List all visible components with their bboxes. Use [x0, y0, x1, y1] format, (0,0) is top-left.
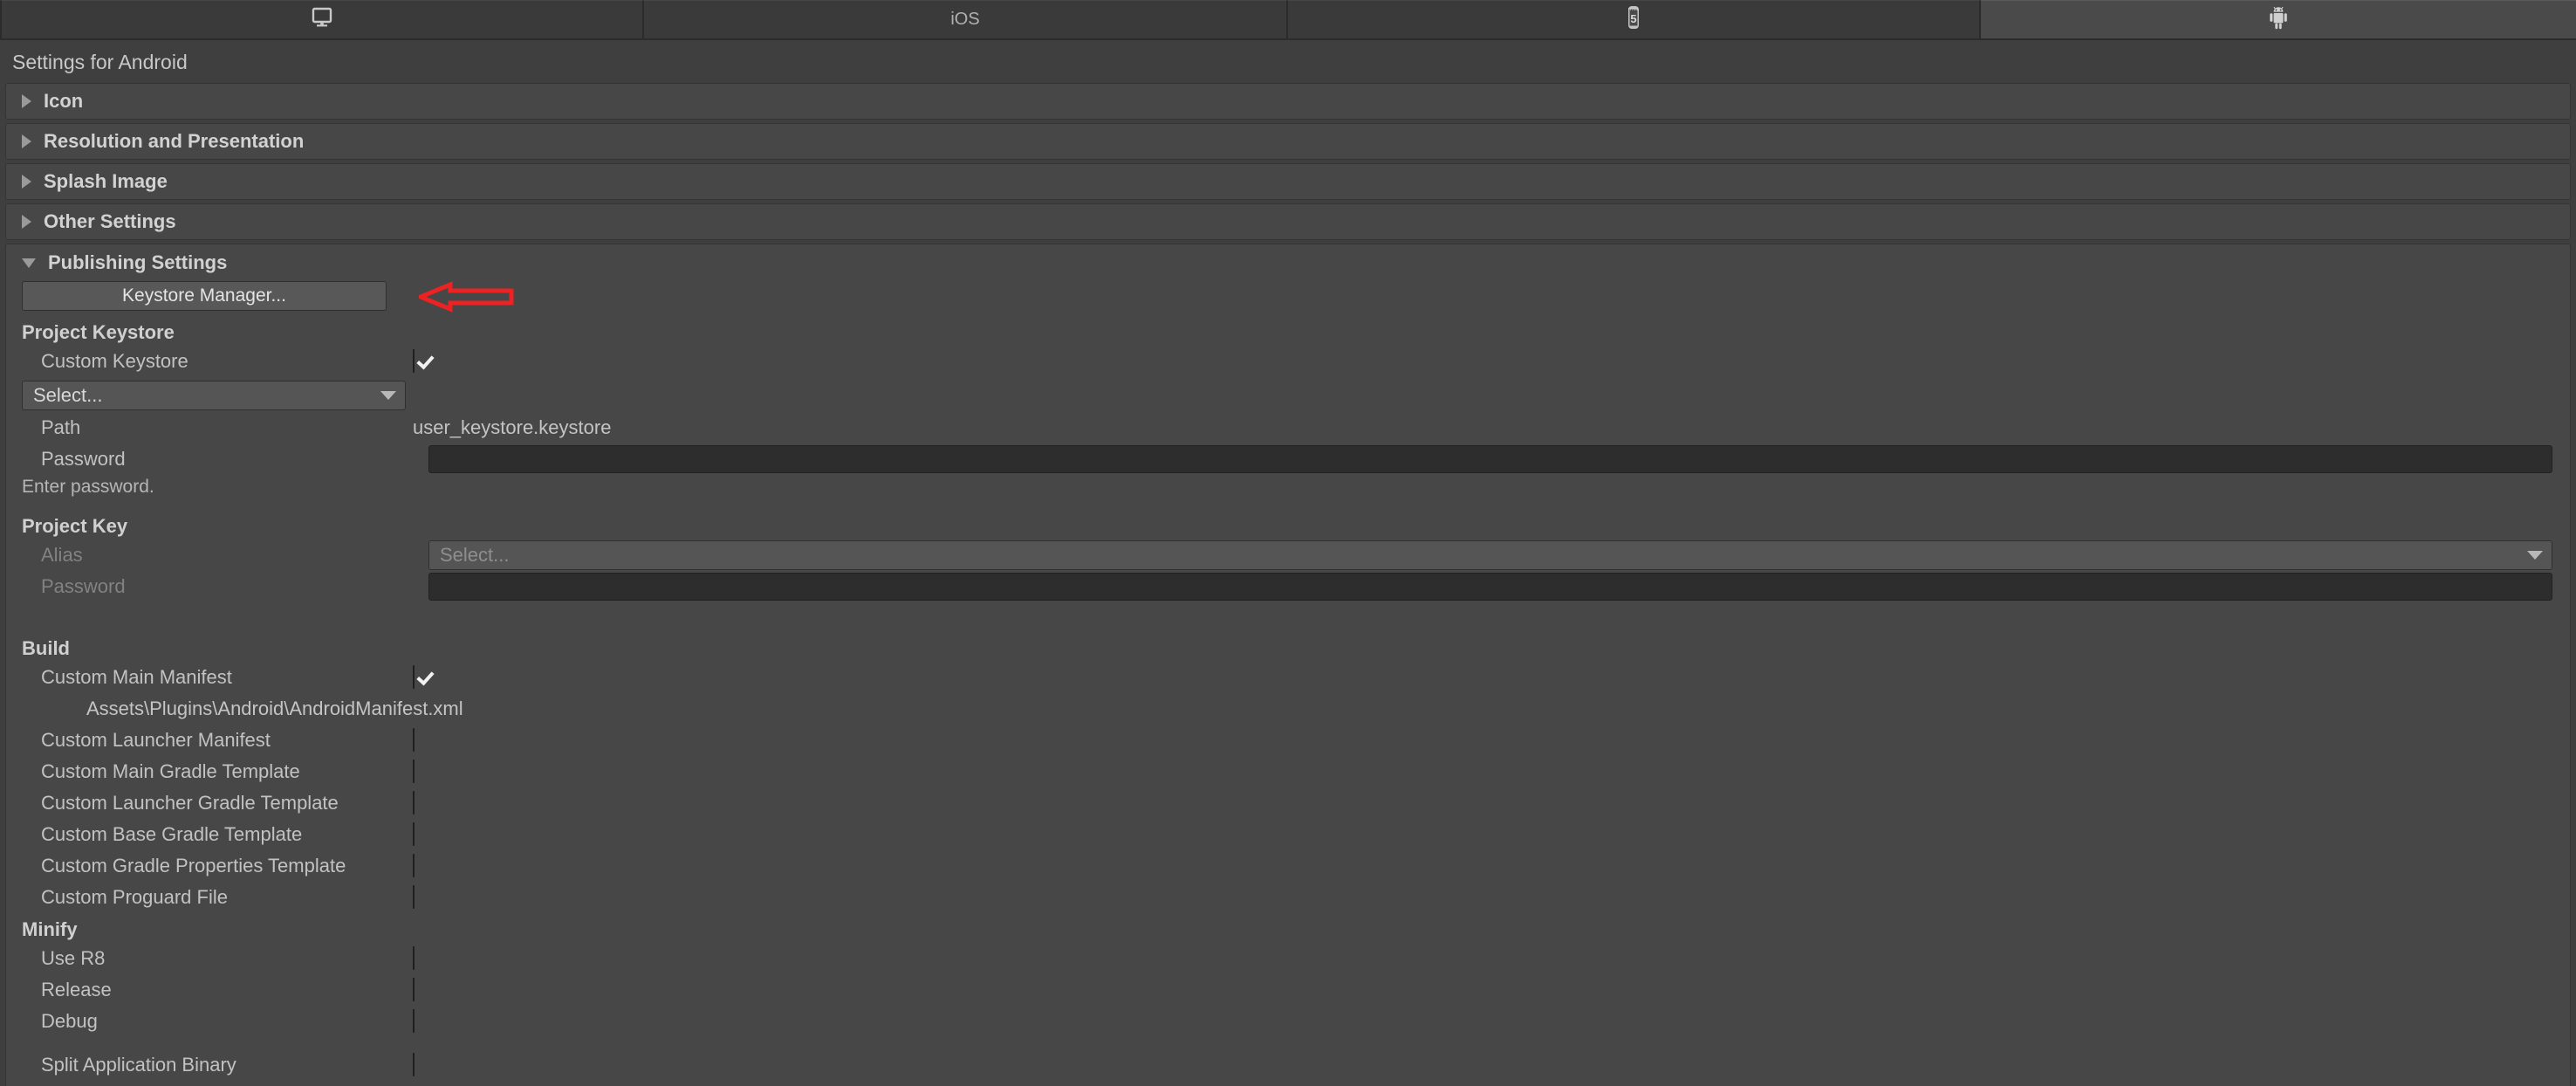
custom-keystore-row: Custom Keystore	[22, 346, 2554, 377]
minify-debug-row: Debug	[22, 1006, 2554, 1037]
project-key-password-label: Password	[41, 575, 126, 597]
custom-launcher-manifest-checkbox[interactable]	[413, 728, 414, 752]
publishing-settings-body: Keystore Manager... Project Keystore Cus…	[6, 281, 2570, 1086]
use-r8-row: Use R8	[22, 943, 2554, 974]
custom-launcher-gradle-template-checkbox[interactable]	[413, 791, 414, 814]
section-splash-image[interactable]: Splash Image	[5, 163, 2571, 200]
red-arrow-annotation-icon	[414, 281, 515, 318]
custom-main-manifest-checkbox-wrap	[413, 665, 414, 689]
section-splash-label: Splash Image	[44, 170, 168, 192]
tab-ios[interactable]: iOS	[644, 0, 1288, 38]
page-title: Settings for Android	[0, 40, 2576, 83]
keystore-password-hint: Enter password.	[22, 477, 154, 497]
section-resolution-label: Resolution and Presentation	[44, 130, 305, 152]
use-r8-label: Use R8	[41, 947, 106, 969]
custom-keystore-checkbox-wrap	[413, 349, 414, 373]
tab-standalone[interactable]	[0, 0, 644, 38]
custom-base-gradle-template-row: Custom Base Gradle Template	[22, 819, 2554, 850]
svg-text:5: 5	[1630, 12, 1636, 25]
desktop-monitor-icon	[311, 7, 333, 33]
keystore-select-dropdown[interactable]: Select...	[22, 381, 406, 410]
keystore-password-label: Password	[41, 448, 126, 470]
keystore-path-row: Path user_keystore.keystore	[22, 412, 2554, 443]
custom-proguard-file-checkbox[interactable]	[413, 885, 414, 909]
minify-release-row: Release	[22, 974, 2554, 1006]
tab-webgl[interactable]: 5 HTML	[1288, 0, 1981, 38]
custom-proguard-file-label: Custom Proguard File	[41, 886, 228, 908]
keystore-path-label: Path	[41, 416, 81, 438]
custom-base-gradle-template-checkbox[interactable]	[413, 822, 414, 846]
publishing-settings-header[interactable]: Publishing Settings	[6, 244, 2570, 281]
minify-debug-checkbox[interactable]	[413, 1009, 414, 1033]
publishing-settings-label: Publishing Settings	[48, 251, 228, 273]
custom-main-gradle-template-checkbox[interactable]	[413, 760, 414, 783]
android-robot-icon	[2268, 5, 2289, 35]
split-application-binary-checkbox[interactable]	[413, 1053, 414, 1076]
split-application-binary-label: Split Application Binary	[41, 1054, 236, 1076]
custom-keystore-checkbox[interactable]	[413, 349, 414, 373]
tab-ios-label: iOS	[950, 10, 980, 29]
minify-release-label: Release	[41, 979, 112, 1000]
custom-gradle-properties-template-row: Custom Gradle Properties Template	[22, 850, 2554, 882]
project-key-alias-value: Select...	[440, 544, 510, 566]
section-icon-label: Icon	[44, 90, 84, 112]
manifest-path-row: Assets\Plugins\Android\AndroidManifest.x…	[22, 693, 2554, 725]
custom-proguard-file-row: Custom Proguard File	[22, 882, 2554, 913]
tab-android[interactable]	[1981, 0, 2576, 38]
custom-gradle-properties-template-checkbox[interactable]	[413, 854, 414, 877]
minify-heading: Minify	[22, 918, 78, 940]
project-key-alias-row: Alias Select...	[22, 540, 2554, 571]
custom-launcher-gradle-template-row: Custom Launcher Gradle Template	[22, 787, 2554, 819]
chevron-right-icon	[22, 94, 31, 108]
custom-main-gradle-template-label: Custom Main Gradle Template	[41, 760, 300, 782]
custom-main-manifest-row: Custom Main Manifest	[22, 662, 2554, 693]
chevron-down-icon	[2527, 551, 2543, 560]
project-key-password-input[interactable]	[428, 573, 2552, 601]
split-application-binary-row: Split Application Binary	[22, 1049, 2554, 1081]
custom-launcher-manifest-row: Custom Launcher Manifest	[22, 725, 2554, 756]
project-key-alias-dropdown[interactable]: Select...	[428, 540, 2552, 570]
minify-release-checkbox[interactable]	[413, 978, 414, 1001]
custom-main-manifest-label: Custom Main Manifest	[41, 666, 232, 688]
custom-main-manifest-checkbox[interactable]	[413, 665, 414, 689]
project-key-heading: Project Key	[22, 515, 128, 537]
keystore-password-row: Password	[22, 443, 2554, 475]
manifest-path-value: Assets\Plugins\Android\AndroidManifest.x…	[86, 698, 463, 719]
section-other-label: Other Settings	[44, 210, 176, 232]
minify-debug-label: Debug	[41, 1010, 98, 1032]
keystore-manager-button[interactable]: Keystore Manager...	[22, 281, 387, 311]
build-heading: Build	[22, 637, 70, 659]
keystore-path-value: user_keystore.keystore	[413, 416, 612, 438]
custom-launcher-gradle-template-label: Custom Launcher Gradle Template	[41, 792, 339, 814]
keystore-manager-row: Keystore Manager...	[22, 281, 2554, 316]
use-r8-checkbox[interactable]	[413, 946, 414, 970]
custom-keystore-label: Custom Keystore	[41, 350, 188, 372]
section-resolution-and-presentation[interactable]: Resolution and Presentation	[5, 123, 2571, 160]
section-publishing-settings: Publishing Settings Keystore Manager... …	[5, 244, 2571, 1086]
custom-launcher-manifest-label: Custom Launcher Manifest	[41, 729, 271, 751]
custom-base-gradle-template-label: Custom Base Gradle Template	[41, 823, 303, 845]
chevron-right-icon	[22, 215, 31, 229]
section-other-settings[interactable]: Other Settings	[5, 203, 2571, 240]
keystore-password-input[interactable]	[428, 445, 2552, 473]
chevron-right-icon	[22, 175, 31, 189]
platform-tab-bar: iOS 5 HTML	[0, 0, 2576, 40]
keystore-select-value: Select...	[33, 384, 103, 406]
project-key-alias-label: Alias	[41, 544, 83, 566]
svg-text:HTML: HTML	[1628, 7, 1640, 11]
project-key-password-row: Password	[22, 571, 2554, 602]
chevron-down-icon	[380, 391, 396, 400]
project-keystore-heading: Project Keystore	[22, 321, 175, 343]
section-icon[interactable]: Icon	[5, 83, 2571, 120]
chevron-down-icon	[22, 258, 36, 268]
settings-panel-area: Icon Resolution and Presentation Splash …	[0, 83, 2576, 1086]
custom-gradle-properties-template-label: Custom Gradle Properties Template	[41, 855, 346, 876]
html5-icon: 5 HTML	[1625, 4, 1642, 36]
custom-main-gradle-template-row: Custom Main Gradle Template	[22, 756, 2554, 787]
chevron-right-icon	[22, 134, 31, 148]
